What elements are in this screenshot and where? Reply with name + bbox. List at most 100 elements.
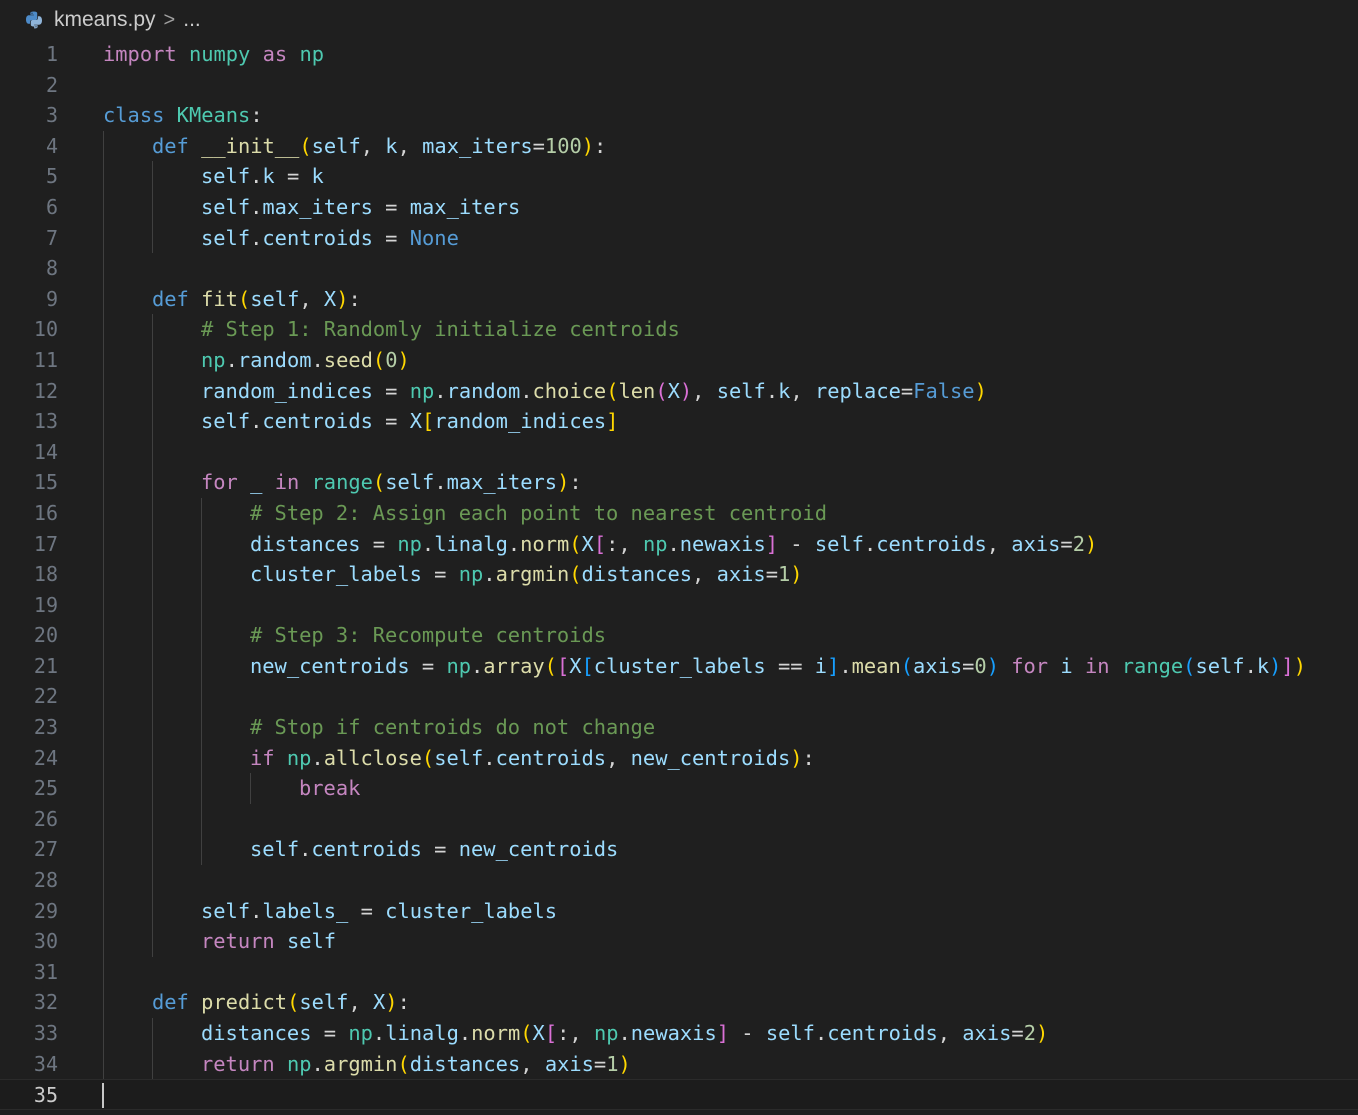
code-token: predict (201, 990, 288, 1015)
indent-guide (103, 130, 104, 1080)
code-line[interactable]: 4 def __init__(self, k, max_iters=100): (0, 131, 1358, 162)
code-token: replace (814, 378, 901, 403)
code-token: . (250, 164, 263, 189)
code-token: # Step 2: Assign each point to nearest c… (250, 500, 827, 525)
code-token: ) (986, 653, 999, 678)
code-line[interactable]: 32 def predict(self, X): (0, 987, 1358, 1018)
code-line[interactable]: 28 (0, 865, 1358, 896)
line-number: 35 (33, 1083, 58, 1108)
breadcrumb-file-name[interactable]: kmeans.py (54, 8, 156, 32)
code-line[interactable]: 30 return self (0, 926, 1358, 957)
code-token: np (201, 347, 226, 372)
code-line[interactable]: 35 (0, 1079, 1358, 1110)
code-line[interactable]: 1 import numpy as np (0, 39, 1358, 70)
code-line[interactable]: 22 (0, 681, 1358, 712)
code-token: distances (250, 531, 361, 556)
code-token: k (262, 164, 275, 189)
code-line[interactable]: 19 (0, 590, 1358, 621)
code-line[interactable]: 34 return np.argmin(distances, axis=1) (0, 1049, 1358, 1080)
line-number: 28 (33, 868, 58, 893)
code-line[interactable]: 8 (0, 253, 1358, 284)
line-number: 15 (33, 470, 58, 495)
line-number: 29 (33, 898, 58, 923)
code-token: , (348, 990, 374, 1015)
code-line[interactable]: 2 (0, 70, 1358, 101)
code-line[interactable]: 33 distances = np.linalg.norm(X[:, np.new… (0, 1018, 1358, 1049)
code-line[interactable]: 11 np.random.seed(0) (0, 345, 1358, 376)
code-token: self (311, 133, 361, 158)
code-token: : (250, 103, 263, 128)
code-line[interactable]: 29 self.labels_ = cluster_labels (0, 896, 1358, 927)
code-token: for (1011, 653, 1049, 678)
code-token: = (360, 531, 398, 556)
line-number: 13 (33, 409, 58, 434)
code-line[interactable]: 17 distances = np.linalg.norm(X[:, np.new… (0, 529, 1358, 560)
code-line[interactable]: 5 self.k = k (0, 161, 1358, 192)
code-line[interactable]: 3 class KMeans: (0, 100, 1358, 131)
code-token: numpy (188, 42, 251, 66)
code-token: ( (655, 378, 668, 403)
code-token: X (569, 653, 582, 678)
indent-guide (152, 314, 153, 957)
code-token: seed (323, 347, 373, 372)
code-token: ( (237, 286, 251, 311)
indent-guide (152, 161, 153, 254)
code-text: for _ in range(self.max_iters): (201, 467, 582, 498)
code-token: k (1256, 653, 1270, 678)
code-token: . (520, 378, 533, 403)
code-line[interactable]: 12 random_indices = np.random.choice(len(… (0, 376, 1358, 407)
code-token: ) (790, 562, 803, 587)
line-number: 33 (33, 1021, 58, 1045)
code-token: = (372, 378, 410, 403)
code-token: np (446, 653, 471, 678)
code-token: = (421, 837, 459, 862)
code-token: ( (520, 1021, 533, 1045)
code-line[interactable]: 15 for _ in range(self.max_iters): (0, 467, 1358, 498)
code-line[interactable]: 31 (0, 957, 1358, 988)
code-token: axis (716, 562, 766, 587)
code-line[interactable]: 9 def fit(self, X): (0, 284, 1358, 315)
code-text: self.k = k (201, 161, 324, 192)
code-token: KMeans (176, 103, 251, 128)
code-token: X (667, 378, 680, 403)
code-token: = (421, 562, 459, 587)
code-line[interactable]: 13 self.centroids = X[random_indices] (0, 406, 1358, 437)
code-line[interactable]: 16 # Step 2: Assign each point to nearest… (0, 498, 1358, 529)
code-line[interactable]: 23 # Stop if centroids do not change (0, 712, 1358, 743)
code-token: newaxis (679, 531, 766, 556)
code-line[interactable]: 7 self.centroids = None (0, 223, 1358, 254)
code-token: ) (1035, 1021, 1049, 1045)
code-token: centroids (827, 1021, 938, 1045)
code-line[interactable]: 20 # Step 3: Recompute centroids (0, 620, 1358, 651)
line-number: 7 (45, 225, 58, 250)
code-line[interactable]: 26 (0, 804, 1358, 835)
code-token: ) (581, 133, 595, 158)
code-line[interactable]: 14 (0, 437, 1358, 468)
code-token: np (286, 745, 312, 770)
code-line[interactable]: 24 if np.allclose(self.centroids, new_cen… (0, 743, 1358, 774)
code-token: , (520, 1051, 545, 1076)
code-token: 1 (777, 562, 791, 587)
code-token: self (250, 286, 300, 311)
code-line[interactable]: 6 self.max_iters = max_iters (0, 192, 1358, 223)
code-token: self (250, 837, 300, 862)
code-token: ) (557, 470, 570, 495)
code-editor[interactable]: 1 import numpy as np 2 3 class KMeans: 4 def _… (0, 39, 1358, 1110)
code-token: ] (765, 531, 778, 556)
code-token: self (1195, 653, 1245, 678)
code-line[interactable]: 21 new_centroids = np.array([X[cluster_la… (0, 651, 1358, 682)
code-token: : (348, 286, 361, 311)
breadcrumb-more[interactable]: ... (183, 8, 201, 32)
code-text: # Step 3: Recompute centroids (250, 620, 606, 651)
code-token: , (790, 378, 815, 403)
code-line[interactable]: 18 cluster_labels = np.argmin(distances, … (0, 559, 1358, 590)
code-text: random_indices = np.random.choice(len(X)… (201, 376, 987, 407)
code-token: [ (581, 653, 594, 678)
code-text: if np.allclose(self.centroids, new_centr… (250, 743, 815, 774)
code-line[interactable]: 25 break (0, 773, 1358, 804)
code-line[interactable]: 27 self.centroids = new_centroids (0, 834, 1358, 865)
code-line[interactable]: 10 # Step 1: Randomly initialize centroid… (0, 314, 1358, 345)
